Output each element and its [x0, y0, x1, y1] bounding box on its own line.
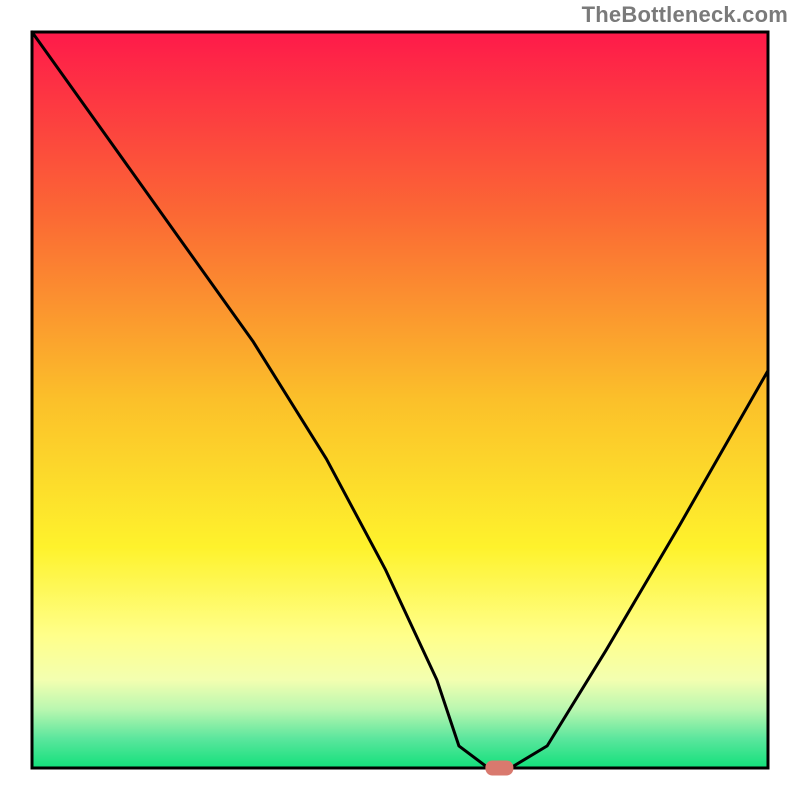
minimum-marker [485, 761, 513, 776]
watermark-text: TheBottleneck.com [582, 2, 788, 28]
plot-svg [0, 0, 800, 800]
plot-background [32, 32, 768, 768]
bottleneck-chart: TheBottleneck.com [0, 0, 800, 800]
